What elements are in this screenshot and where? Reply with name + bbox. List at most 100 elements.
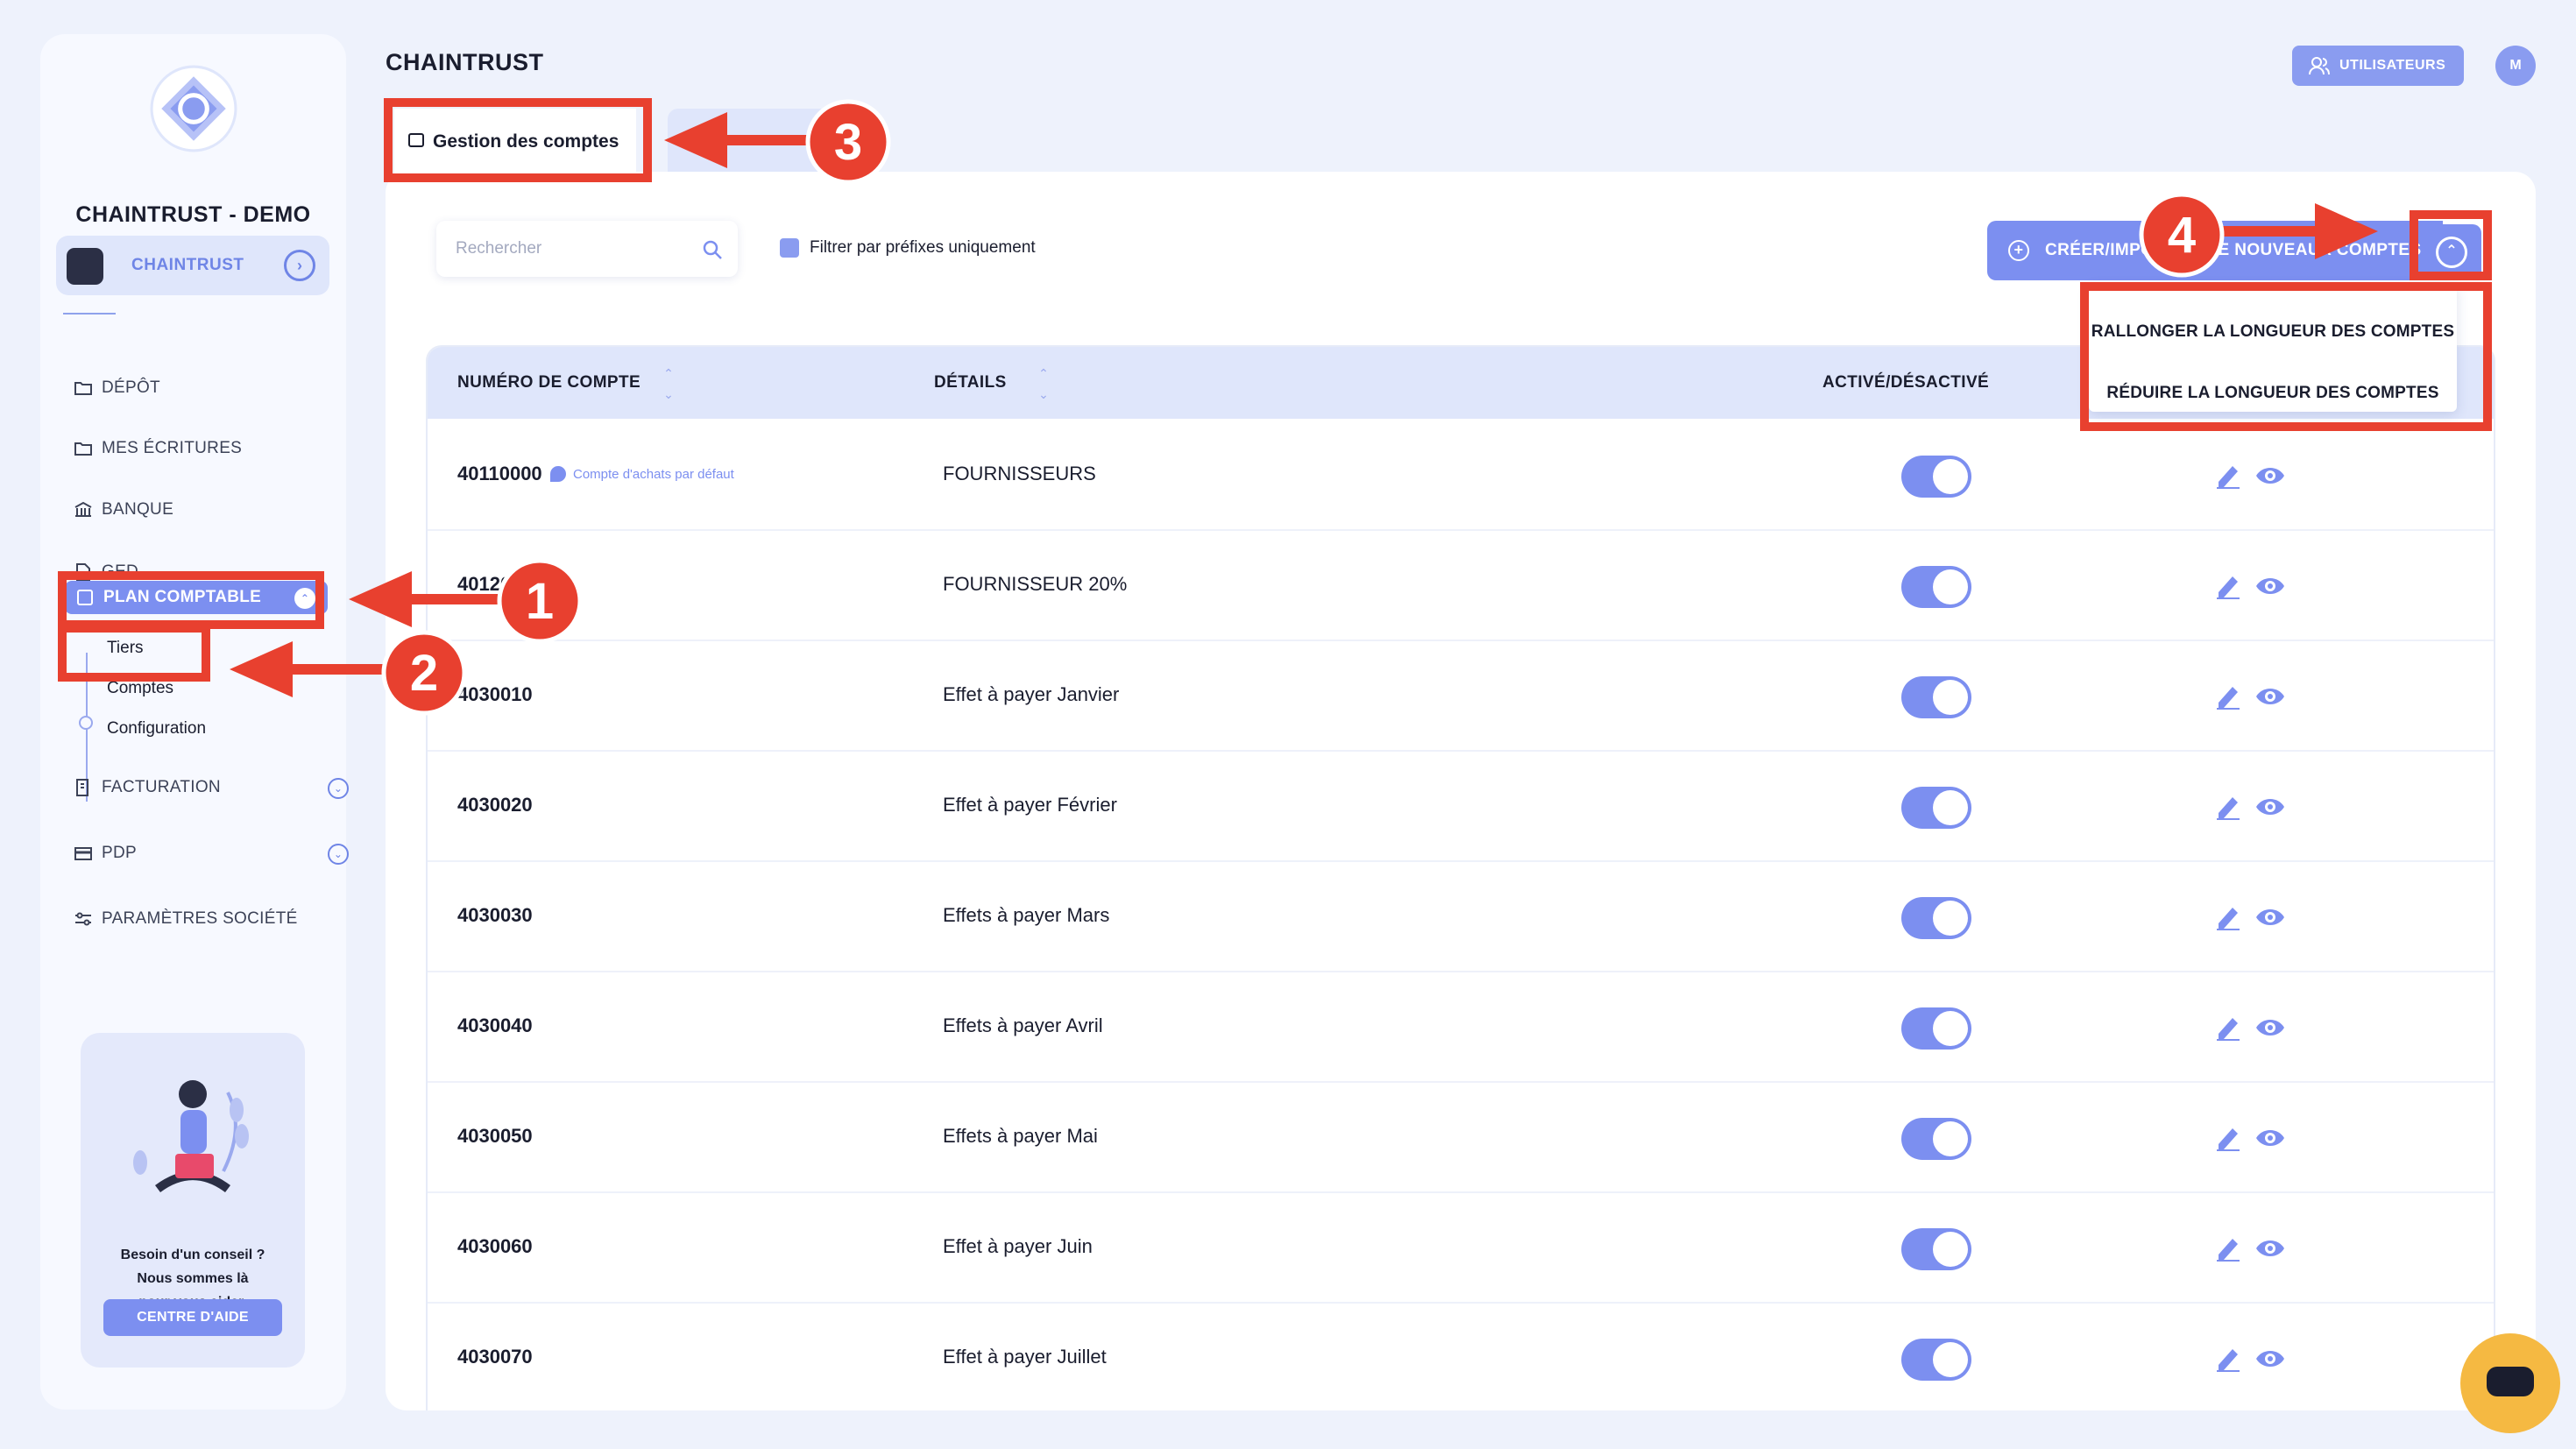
edit-icon[interactable] [2215, 1013, 2241, 1041]
active-toggle[interactable] [1901, 566, 1971, 608]
account-details: Effets à payer Mars [943, 904, 1110, 926]
sidebar-item-depot[interactable]: DÉPÔT [74, 374, 160, 402]
account-number: 4030020 [457, 794, 533, 816]
users-button[interactable]: UTILISATEURS [2292, 46, 2464, 86]
toggle-knob [1933, 790, 1968, 825]
sidebar-item-label: PDP [102, 844, 137, 862]
users-button-label: UTILISATEURS [2339, 58, 2446, 73]
table-row: 4030070 Effet à payer Juillet [428, 1304, 2494, 1410]
view-icon[interactable] [2255, 1237, 2285, 1260]
prefix-filter-checkbox[interactable] [780, 238, 799, 258]
edit-icon[interactable] [2215, 902, 2241, 930]
submenu-item-comptes[interactable]: Comptes [107, 679, 173, 698]
sidebar-item-pdp[interactable]: PDP ⌄ [74, 839, 349, 867]
create-import-accounts-button[interactable]: + CRÉER/IMPORTER DE NOUVEAUX COMPTES [1987, 221, 2443, 280]
view-icon[interactable] [2255, 1347, 2285, 1370]
sidebar-item-banque[interactable]: BANQUE [74, 496, 173, 524]
active-toggle[interactable] [1901, 676, 1971, 718]
active-toggle[interactable] [1901, 456, 1971, 498]
help-illustration [133, 1080, 249, 1193]
toggle-knob [1933, 1342, 1968, 1377]
edit-icon[interactable] [2215, 571, 2241, 599]
sidebar-item-label: DÉPÔT [102, 378, 160, 397]
active-toggle[interactable] [1901, 1118, 1971, 1160]
view-icon[interactable] [2255, 1127, 2285, 1149]
column-header-account-number[interactable]: NUMÉRO DE COMPTE [457, 373, 640, 392]
table-row: 4030020 Effet à payer Février [428, 752, 2494, 862]
divider [63, 313, 116, 315]
account-details: Effets à payer Mai [943, 1125, 1098, 1147]
search-input[interactable] [456, 231, 701, 266]
sidebar-item-label: BANQUE [102, 500, 174, 519]
sort-icon[interactable]: ⌃ ⌄ [1036, 363, 1051, 406]
view-icon[interactable] [2255, 464, 2285, 487]
chat-icon [2487, 1367, 2534, 1396]
invoice-icon [76, 779, 88, 796]
view-icon[interactable] [2255, 1016, 2285, 1039]
account-number: 4030030 [457, 904, 533, 926]
active-toggle[interactable] [1901, 1228, 1971, 1270]
toggle-knob [1933, 569, 1968, 604]
active-toggle[interactable] [1901, 1007, 1971, 1050]
avatar[interactable]: M [2495, 46, 2536, 86]
folder-icon [74, 442, 92, 456]
edit-icon[interactable] [2215, 461, 2241, 489]
chat-button[interactable] [2460, 1333, 2560, 1433]
prefix-filter-label: Filtrer par préfixes uniquement [810, 238, 1036, 257]
submenu-active-dot [79, 716, 93, 730]
help-card: Besoin d'un conseil ? Nous sommes là pou… [81, 1033, 305, 1368]
default-account-badge: Compte d'achats par défaut [550, 466, 734, 482]
sidebar-item-facturation[interactable]: FACTURATION ⌄ [74, 774, 349, 802]
help-line: Nous sommes là [137, 1271, 249, 1286]
organization-label: CHAINTRUST [131, 256, 244, 274]
create-button-label: CRÉER/IMPORTER DE NOUVEAUX COMPTES [2045, 241, 2422, 259]
search-icon[interactable] [701, 238, 724, 261]
view-icon[interactable] [2255, 575, 2285, 597]
account-details: FOURNISSEUR 20% [943, 573, 1128, 595]
toggle-knob [1933, 680, 1968, 715]
edit-icon[interactable] [2215, 1123, 2241, 1151]
brand-name: CHAINTRUST - DEMO [75, 202, 311, 227]
sidebar-item-label: MES ÉCRITURES [102, 439, 243, 457]
edit-icon[interactable] [2215, 1344, 2241, 1372]
toggle-knob [1933, 459, 1968, 494]
view-icon[interactable] [2255, 795, 2285, 818]
plus-circle-icon: + [2008, 240, 2029, 261]
annotation-box-dropdown [2080, 282, 2492, 431]
account-number: 40120 [457, 573, 512, 595]
table-row: 40110000 Compte d'achats par défaut FOURNI… [428, 421, 2494, 531]
view-icon[interactable] [2255, 685, 2285, 708]
toggle-knob [1933, 901, 1968, 936]
table-row: 4030060 Effet à payer Juin [428, 1193, 2494, 1304]
help-center-button[interactable]: CENTRE D'AIDE [103, 1299, 282, 1336]
search-box [436, 221, 738, 277]
column-header-details[interactable]: DÉTAILS [934, 373, 1007, 392]
sidebar-item-mes-ecritures[interactable]: MES ÉCRITURES [74, 435, 242, 463]
account-details: Effet à payer Juin [943, 1235, 1093, 1257]
account-details: Effet à payer Février [943, 794, 1117, 816]
edit-icon[interactable] [2215, 682, 2241, 710]
account-details: Effet à payer Janvier [943, 683, 1120, 705]
view-icon[interactable] [2255, 906, 2285, 929]
submenu-item-configuration[interactable]: Configuration [107, 719, 206, 739]
bank-icon [74, 501, 92, 517]
chevron-right-icon[interactable]: › [284, 250, 315, 281]
chevron-down-icon[interactable]: ⌄ [328, 778, 349, 799]
account-details: Effets à payer Avril [943, 1014, 1103, 1036]
edit-icon[interactable] [2215, 792, 2241, 820]
organization-icon [67, 248, 103, 285]
active-toggle[interactable] [1901, 1339, 1971, 1381]
sidebar-item-parametres-societe[interactable]: PARAMÈTRES SOCIÉTÉ [74, 905, 298, 933]
table-row: 4030050 Effets à payer Mai [428, 1083, 2494, 1193]
edit-icon[interactable] [2215, 1233, 2241, 1262]
organization-selector[interactable]: CHAINTRUST › [56, 236, 329, 295]
active-toggle[interactable] [1901, 897, 1971, 939]
sort-icon[interactable]: ⌃ ⌄ [661, 363, 676, 406]
chevron-down-icon[interactable]: ⌄ [328, 844, 349, 865]
tab-secondary[interactable] [668, 109, 869, 172]
account-number: 4030050 [457, 1125, 533, 1147]
sidebar-item-label: FACTURATION [102, 778, 221, 796]
prefix-filter[interactable]: Filtrer par préfixes uniquement [780, 238, 1036, 258]
active-toggle[interactable] [1901, 787, 1971, 829]
users-icon [2309, 57, 2330, 75]
